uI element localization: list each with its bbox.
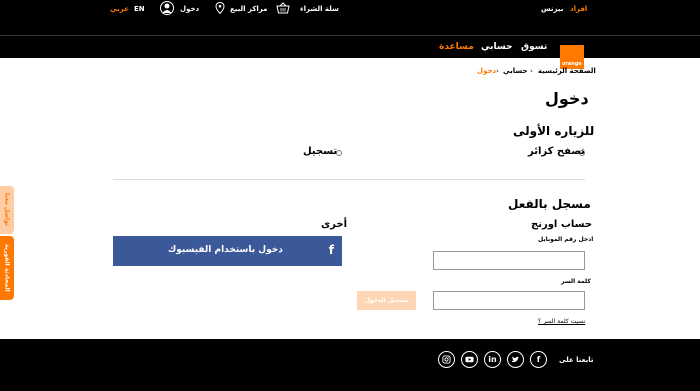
breadcrumb-home[interactable]: الصفحة الرئيسية — [538, 67, 596, 75]
mobile-label: ادخل رقم الموبايل — [538, 236, 594, 243]
linkedin-icon[interactable]: in — [484, 351, 501, 368]
facebook-icon: f — [328, 243, 334, 257]
live-chat-tab[interactable]: المحادثة الفورية — [0, 236, 14, 300]
nav-shop[interactable]: تسوق — [521, 42, 547, 52]
breadcrumb-separator: › — [530, 67, 533, 75]
language-english-link[interactable]: EN — [134, 5, 145, 13]
page-title: دخول — [545, 89, 589, 108]
youtube-icon[interactable] — [461, 351, 478, 368]
login-button[interactable]: تسجيل الدخول — [357, 291, 416, 310]
other-heading: أخرى — [321, 219, 348, 230]
breadcrumb-separator: › — [496, 67, 499, 75]
register-option-label[interactable]: تسجيل — [303, 146, 337, 157]
facebook-icon[interactable]: f — [530, 351, 547, 368]
facebook-login-button[interactable]: دخول باستخدام الفيسبوك f — [113, 236, 342, 266]
location-pin-icon[interactable] — [215, 1, 225, 15]
facebook-login-label: دخول باستخدام الفيسبوك — [168, 245, 283, 255]
nav-divider — [0, 35, 700, 36]
forgot-password-link[interactable]: نسيت كلمة السر ؟ — [538, 318, 585, 325]
orange-logo[interactable]: orange — [560, 45, 584, 69]
instagram-icon[interactable] — [438, 351, 455, 368]
top-bar: عربي EN دخول مراكز البيع سلة الشراء بيزن… — [0, 0, 700, 18]
individuals-link[interactable]: افراد — [570, 5, 587, 13]
cart-link[interactable]: سلة الشراء — [300, 5, 339, 13]
language-arabic-link[interactable]: عربي — [110, 5, 129, 13]
password-input[interactable] — [433, 291, 585, 310]
twitter-icon[interactable] — [507, 351, 524, 368]
contact-us-tab[interactable]: تواصل معنا — [0, 186, 14, 234]
nav-help[interactable]: مساعدة — [439, 42, 474, 52]
business-link[interactable]: بيزنس — [541, 5, 563, 13]
breadcrumb-current: دخول — [477, 67, 497, 75]
main-nav: مساعدة حسابي تسوق orange — [0, 18, 700, 69]
basket-icon[interactable] — [276, 2, 290, 14]
stores-link[interactable]: مراكز البيع — [230, 5, 267, 13]
user-icon[interactable] — [160, 1, 174, 15]
section-divider — [113, 179, 585, 180]
follow-us-label: تابعنا على — [559, 356, 594, 364]
first-visit-heading: للزياره الأولى — [513, 124, 595, 138]
password-label: كلمة السر — [561, 278, 591, 285]
visitor-option-label[interactable]: تصفح كزائر — [528, 146, 585, 157]
orange-account-heading: حساب اورنج — [531, 219, 593, 230]
breadcrumb-account[interactable]: حسابي — [503, 67, 528, 75]
registered-heading: مسجل بالفعل — [508, 197, 591, 211]
footer — [0, 339, 700, 391]
nav-account[interactable]: حسابي — [481, 42, 513, 52]
mobile-input[interactable] — [433, 251, 585, 270]
login-link[interactable]: دخول — [180, 5, 199, 13]
